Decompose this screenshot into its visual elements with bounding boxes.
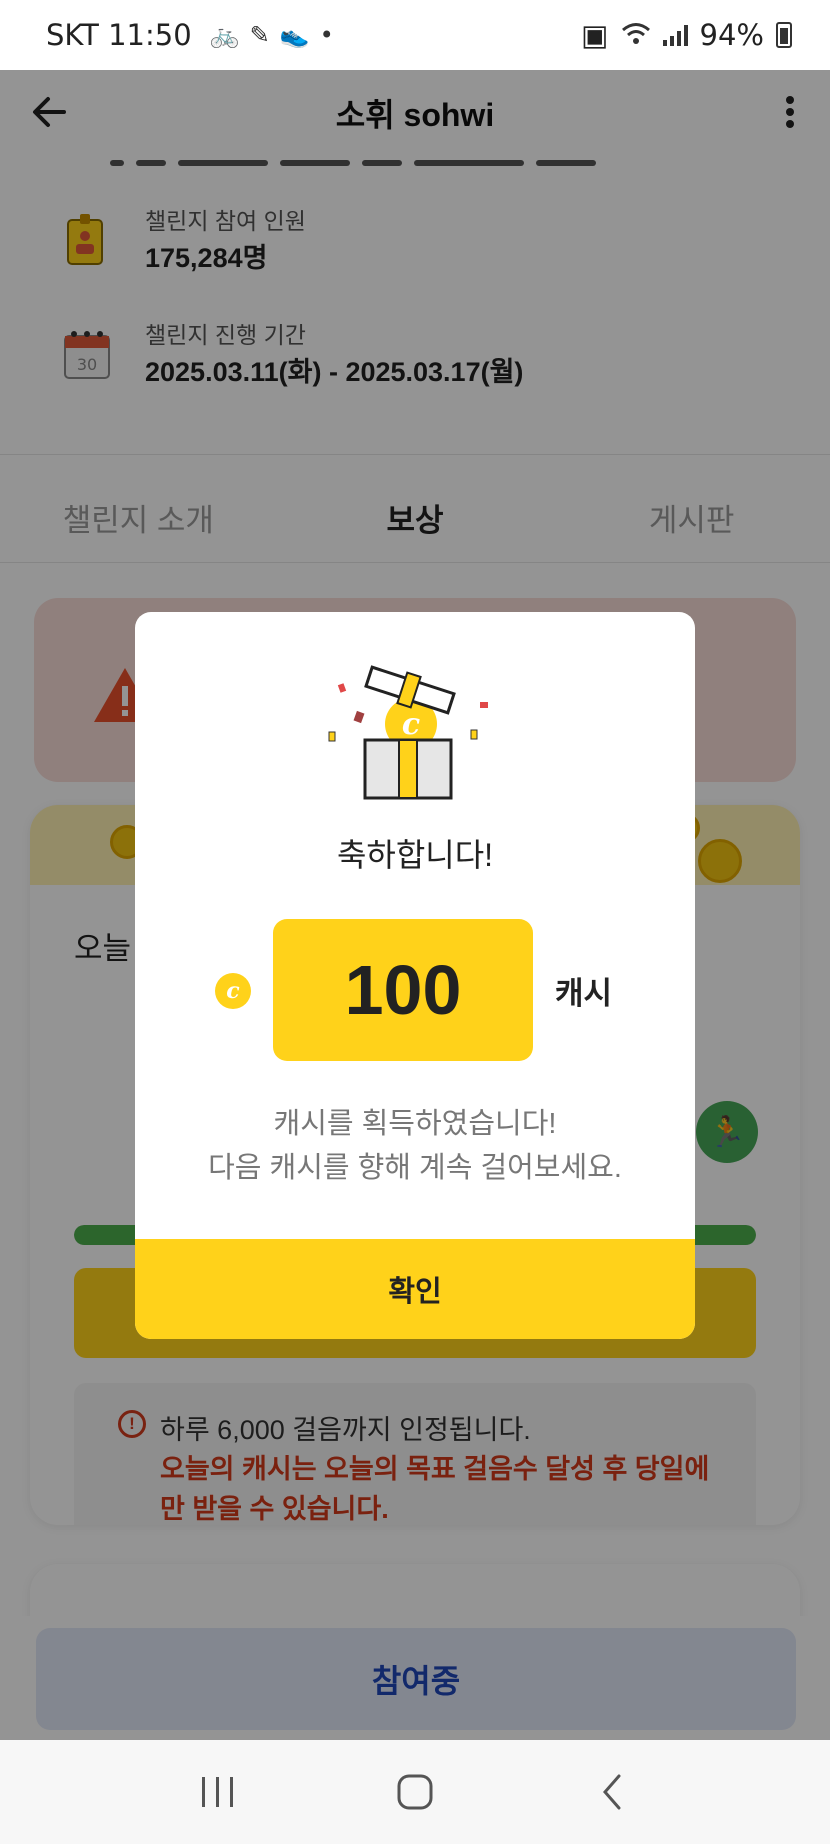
modal-message-line1: 캐시를 획득하였습니다! [273, 1108, 557, 1140]
status-notification-icons: 🚲 ✎ 👟 • [210, 21, 334, 49]
notification-dot: • [319, 21, 334, 49]
cash-amount: 100 [273, 919, 533, 1061]
confirm-button[interactable]: 확인 [135, 1239, 695, 1339]
status-bar: SKT 11:50 🚲 ✎ 👟 • ▣ 94% [0, 0, 830, 70]
battery-percent: 94% [699, 18, 764, 52]
notification-bike-icon: 🚲 [209, 21, 240, 49]
svg-text:c: c [402, 707, 420, 742]
reward-modal: c 축하합니다! c 100 캐시 캐시를 획득하였습니다! 다음 캐시를 향해… [135, 612, 695, 1339]
cash-unit: 캐시 [555, 976, 613, 1011]
notification-shoe-icon: 👟 [279, 21, 310, 49]
modal-message-line2: 다음 캐시를 향해 계속 걸어보세요. [208, 1152, 622, 1184]
cash-coin-icon: c [215, 973, 251, 1009]
modal-message: 캐시를 획득하였습니다! 다음 캐시를 향해 계속 걸어보세요. [135, 1102, 695, 1190]
battery-saver-icon: ▣ [581, 18, 609, 52]
signal-icon [662, 24, 688, 46]
battery-icon [776, 22, 792, 48]
home-icon[interactable] [385, 1762, 445, 1822]
system-back-icon[interactable] [582, 1762, 642, 1822]
modal-title: 축하합니다! [336, 837, 494, 873]
gift-box-icon: c [325, 662, 505, 802]
status-time: SKT 11:50 [46, 18, 192, 52]
status-right: ▣ 94% [581, 18, 792, 52]
system-nav-bar [0, 1740, 830, 1844]
status-left: SKT 11:50 🚲 ✎ 👟 • [46, 18, 334, 52]
app-screen: 소휘 sohwi 챌린지 참여 인원 175,284명 30 챌린지 진행 기간… [0, 70, 830, 1740]
notification-pencil-icon: ✎ [249, 21, 270, 49]
recent-apps-icon[interactable] [188, 1762, 248, 1822]
wifi-icon [621, 18, 651, 52]
